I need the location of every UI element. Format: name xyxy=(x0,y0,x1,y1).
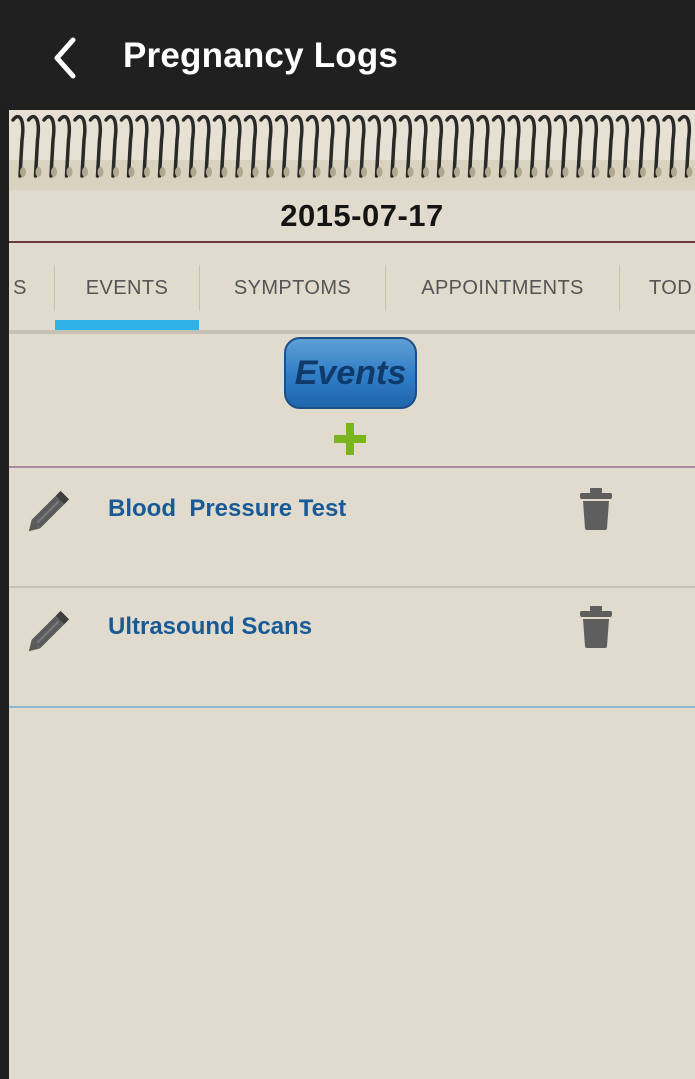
trash-icon[interactable] xyxy=(577,604,615,650)
tab-label: APPOINTMENTS xyxy=(421,276,584,299)
trash-icon[interactable] xyxy=(577,486,615,532)
list-bottom-divider xyxy=(9,706,695,708)
tab-appointments[interactable]: APPOINTMENTS xyxy=(386,243,619,333)
tab-label: EVENTS xyxy=(85,276,169,299)
back-button[interactable] xyxy=(40,32,90,84)
events-section-button[interactable]: Events xyxy=(284,337,417,409)
pencil-icon[interactable] xyxy=(24,484,76,536)
date-row: 2015-07-17 xyxy=(9,190,695,242)
notebook-page: 2015-07-17 S EVENTS SYMPTOMS APPOINTMENT… xyxy=(9,110,695,1079)
event-title[interactable]: Blood Pressure Test xyxy=(108,495,346,523)
plus-icon[interactable] xyxy=(330,419,370,459)
pencil-icon[interactable] xyxy=(24,604,76,656)
spiral-binding xyxy=(9,110,695,190)
tab-label: TOD xyxy=(649,276,693,299)
date-label: 2015-07-17 xyxy=(280,198,444,233)
tab-partial-right[interactable]: TOD xyxy=(620,243,695,333)
left-edge xyxy=(0,0,9,1079)
tab-symptoms[interactable]: SYMPTOMS xyxy=(200,243,385,333)
events-section-title: Events xyxy=(294,353,407,392)
tab-bar-bottom-border xyxy=(9,330,695,334)
event-title[interactable]: Ultrasound Scans xyxy=(108,613,312,641)
list-item: Blood Pressure Test xyxy=(9,468,695,586)
chevron-left-icon xyxy=(54,37,76,79)
app-bar: Pregnancy Logs xyxy=(0,0,695,110)
tab-partial-left[interactable]: S xyxy=(9,243,31,333)
tab-label: SYMPTOMS xyxy=(233,276,352,299)
tab-label: S xyxy=(13,276,27,299)
tab-bar: S EVENTS SYMPTOMS APPOINTMENTS TOD xyxy=(9,243,695,333)
app-title: Pregnancy Logs xyxy=(123,36,399,75)
list-item: Ultrasound Scans xyxy=(9,588,695,706)
